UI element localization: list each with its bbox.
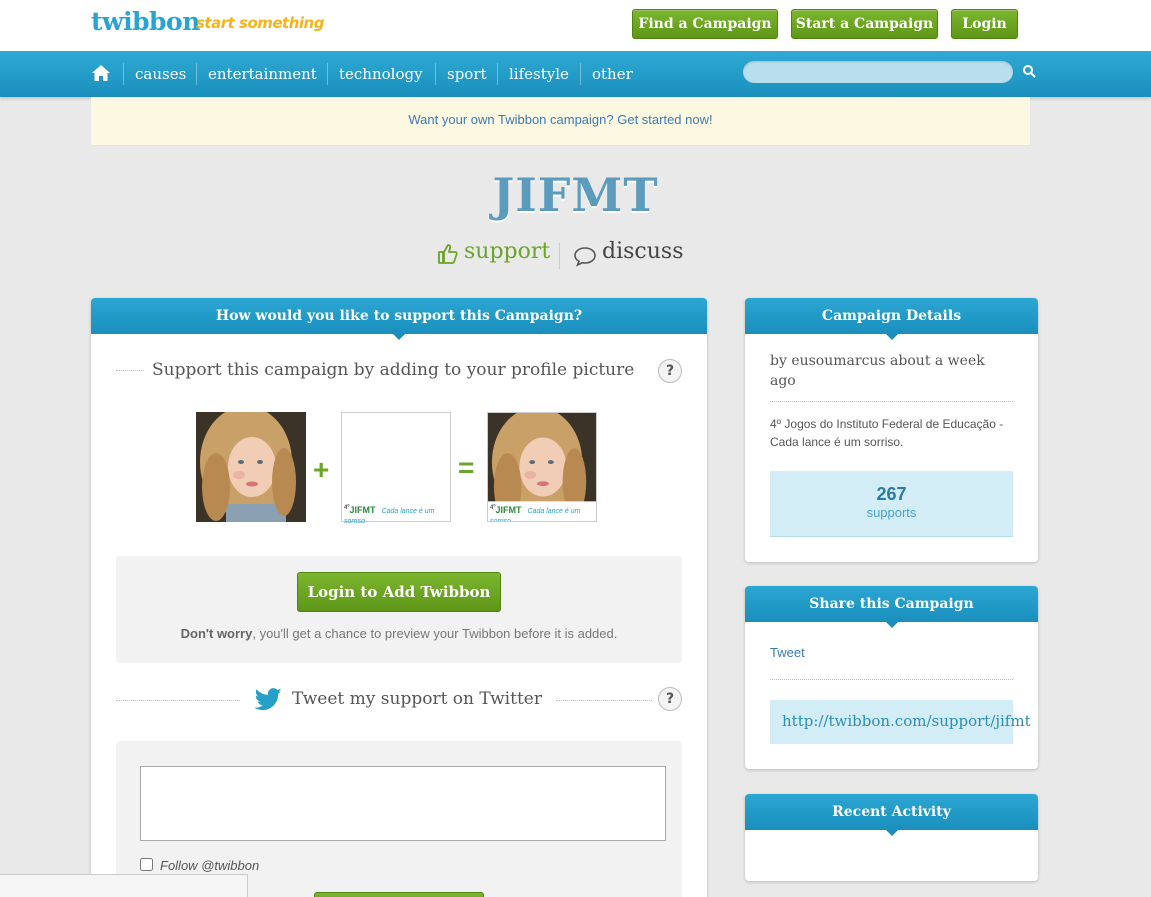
nav-item-other[interactable]: other (592, 65, 633, 83)
tweet-help-button[interactable]: ? (658, 687, 682, 711)
campaign-url[interactable]: http://twibbon.com/support/jifmt (782, 712, 1031, 730)
result-overlay-strip: 4ºJIFMT Cada lance é um sorriso (490, 505, 594, 521)
tweet-textarea[interactable] (140, 766, 666, 841)
profile-help-button[interactable]: ? (658, 359, 682, 383)
preview-notice: Don't worry, you'll get a chance to prev… (116, 626, 682, 641)
action-divider (559, 243, 560, 269)
share-divider (770, 679, 1013, 680)
supports-count: 267 (876, 484, 907, 504)
preview-notice-bold: Don't worry (180, 626, 253, 641)
details-divider (770, 401, 1013, 402)
section-divider (116, 700, 240, 701)
preview-notice-text: , you'll get a chance to preview your Tw… (252, 626, 618, 641)
find-campaign-button[interactable]: Find a Campaign (632, 9, 778, 39)
nav-divider (435, 63, 436, 85)
tweet-submit-button[interactable] (314, 892, 484, 897)
nav-item-entertainment[interactable]: entertainment (208, 65, 317, 83)
get-started-notice[interactable]: Want your own Twibbon campaign? Get star… (91, 97, 1030, 146)
supports-label: supports (866, 505, 917, 520)
support-panel-header: How would you like to support this Campa… (91, 298, 707, 340)
profile-photo-result: 4ºJIFMT Cada lance é um sorriso (487, 412, 597, 522)
campaign-title: JIFMT (492, 168, 659, 222)
browser-status-bar (0, 874, 248, 897)
nav-divider (580, 63, 581, 85)
nav-item-causes[interactable]: causes (135, 65, 186, 83)
get-started-link[interactable]: Want your own Twibbon campaign? Get star… (408, 112, 712, 127)
campaign-description: 4º Jogos do Instituto Federal de Educaçã… (770, 417, 1004, 449)
equals-sign: = (458, 452, 475, 483)
section-divider (556, 700, 652, 701)
home-icon[interactable] (91, 64, 111, 82)
profile-section-title: Support this campaign by adding to your … (152, 360, 635, 380)
search-input[interactable] (743, 61, 1013, 83)
twibbon-overlay-preview: 4ºJIFMT Cada lance é um sorriso (341, 412, 451, 525)
top-bar: twibbon start something Find a Campaign … (0, 0, 1151, 51)
discuss-tab[interactable]: discuss (602, 239, 683, 264)
campaign-details-header: Campaign Details (745, 298, 1038, 340)
plus-sign: + (313, 454, 330, 485)
login-button[interactable]: Login (951, 9, 1018, 39)
thumbs-up-icon[interactable] (437, 243, 459, 265)
twitter-bird-icon (254, 688, 282, 711)
nav-item-technology[interactable]: technology (339, 65, 423, 83)
twibbon-overlay-text: JIFMT (349, 505, 376, 515)
login-to-add-twibbon-button[interactable]: Login to Add Twibbon (297, 572, 501, 612)
tweet-share-link[interactable]: Tweet (770, 645, 805, 660)
follow-twibbon-checkbox[interactable] (140, 858, 153, 871)
campaign-byline: by eusoumarcus about a week ago (770, 353, 985, 389)
nav-item-lifestyle[interactable]: lifestyle (509, 65, 569, 83)
nav-divider (327, 63, 328, 85)
start-campaign-button[interactable]: Start a Campaign (791, 9, 938, 39)
recent-activity-header: Recent Activity (745, 794, 1038, 836)
nav-divider (497, 63, 498, 85)
search-icon[interactable] (1022, 64, 1036, 78)
twibbon-overlay-strip: 4ºJIFMT Cada lance é um sorriso (344, 505, 448, 525)
share-panel-header: Share this Campaign (745, 586, 1038, 628)
recent-activity-panel: Recent Activity (745, 794, 1038, 881)
tweet-section-title: Tweet my support on Twitter (292, 689, 542, 709)
section-divider (116, 370, 144, 371)
supports-stat: 267 supports (770, 471, 1013, 537)
nav-divider (123, 63, 124, 85)
nav-divider (196, 63, 197, 85)
speech-bubble-icon[interactable] (573, 245, 597, 267)
support-tab[interactable]: support (464, 239, 550, 264)
profile-photo-original (196, 412, 306, 522)
result-overlay-text: JIFMT (495, 505, 522, 515)
twibbon-logo[interactable]: twibbon (91, 7, 200, 36)
follow-twibbon-label[interactable]: Follow @twibbon (160, 858, 259, 873)
nav-item-sport[interactable]: sport (447, 65, 487, 83)
tagline: start something (196, 14, 324, 32)
